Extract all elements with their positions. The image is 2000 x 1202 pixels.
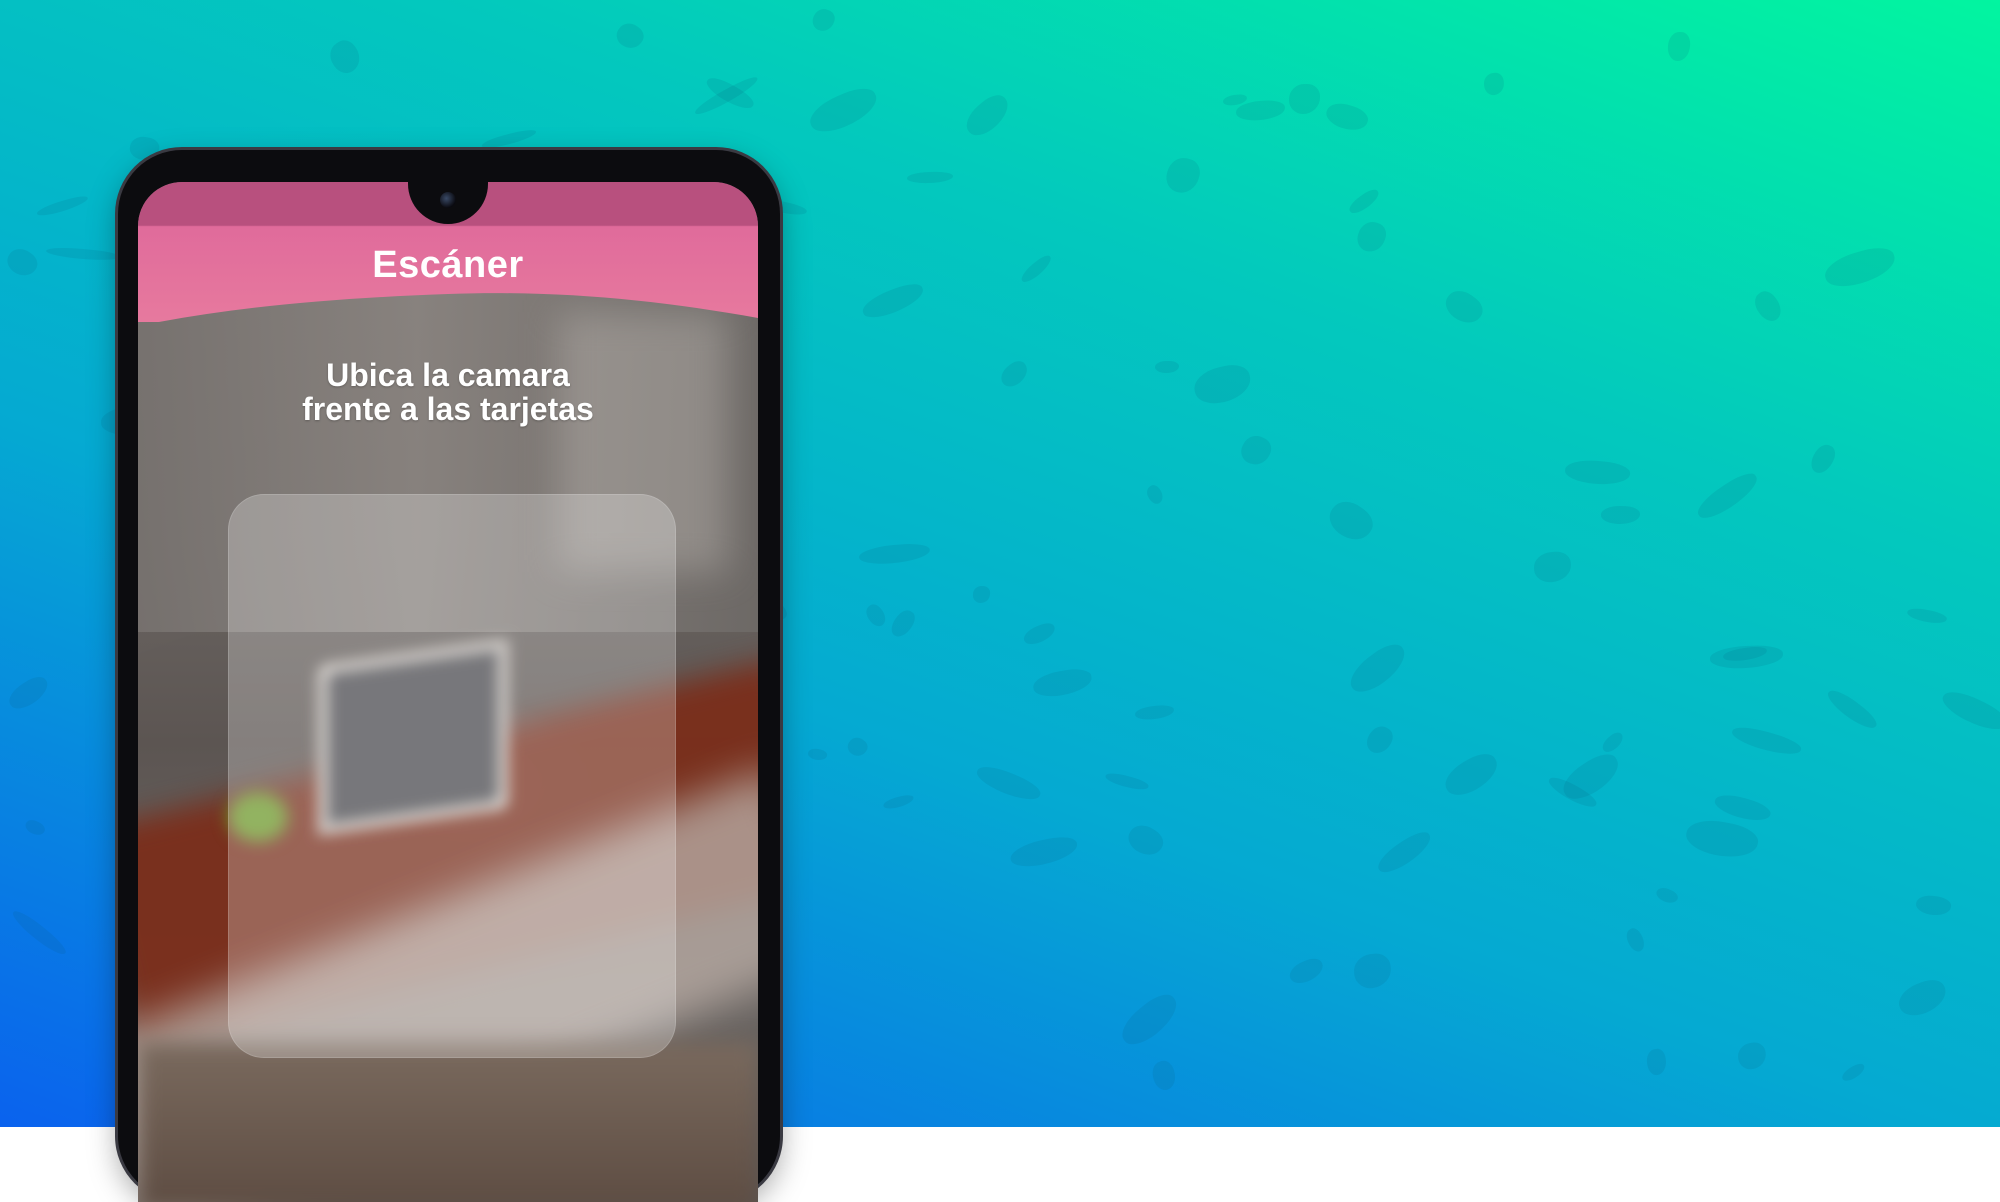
background-speck: [1343, 638, 1413, 701]
scan-instruction: Ubica la camara frente a las tarjetas: [138, 358, 758, 426]
background-speck: [1163, 154, 1204, 196]
background-speck: [1362, 722, 1397, 759]
background-speck: [1143, 482, 1167, 507]
background-speck: [1905, 606, 1948, 627]
background-speck: [35, 193, 90, 219]
background-speck: [960, 89, 1016, 143]
background-speck: [858, 542, 931, 567]
background-speck: [1482, 72, 1506, 97]
background-speck: [22, 817, 47, 839]
background-speck: [1190, 361, 1254, 408]
background-speck: [1563, 457, 1632, 487]
background-speck: [863, 602, 890, 630]
background-speck: [1018, 252, 1055, 286]
background-speck: [1155, 360, 1180, 374]
background-speck: [1354, 218, 1390, 256]
background-speck: [1712, 790, 1773, 826]
background-speck: [1236, 431, 1276, 470]
background-speck: [8, 906, 70, 960]
background-speck: [1008, 833, 1081, 872]
camera-preview-floor: [138, 1042, 758, 1202]
background-speck: [1692, 468, 1764, 525]
background-speck: [1914, 893, 1953, 918]
background-speck: [1839, 1061, 1867, 1084]
front-camera-icon: [440, 192, 456, 208]
background-speck: [844, 733, 871, 760]
background-speck: [1532, 551, 1573, 584]
background-speck: [692, 73, 761, 119]
instruction-line-1: Ubica la camara: [326, 357, 570, 393]
background-speck: [1123, 819, 1168, 862]
card-scan-frame: [228, 494, 676, 1058]
background-speck: [45, 245, 120, 264]
background-speck: [1286, 955, 1327, 988]
page-title: Escáner: [372, 244, 524, 286]
background-speck: [809, 6, 837, 35]
background-speck: [1821, 242, 1899, 292]
background-speck: [1323, 494, 1379, 548]
background-speck: [1709, 644, 1784, 670]
background-speck: [973, 585, 992, 603]
background-speck: [1031, 666, 1094, 700]
background-speck: [882, 793, 915, 812]
background-speck: [906, 171, 954, 185]
background-speck: [1736, 1040, 1768, 1072]
background-speck: [1806, 441, 1839, 478]
background-speck: [807, 747, 829, 763]
background-speck: [480, 127, 538, 152]
background-speck: [1352, 952, 1394, 990]
background-speck: [996, 356, 1032, 391]
background-speck: [1749, 287, 1786, 325]
background-speck: [1439, 748, 1504, 803]
background-speck: [1729, 722, 1803, 760]
background-speck: [4, 671, 53, 714]
background-speck: [1893, 974, 1951, 1021]
instruction-line-2: frente a las tarjetas: [302, 391, 594, 427]
background-speck: [973, 760, 1044, 807]
background-speck: [1667, 31, 1691, 62]
background-speck: [1824, 685, 1881, 734]
background-speck: [1645, 1048, 1668, 1077]
background-speck: [804, 82, 882, 139]
background-speck: [1134, 704, 1175, 721]
background-speck: [1288, 84, 1320, 115]
background-speck: [1623, 925, 1649, 954]
background-speck: [1104, 770, 1150, 793]
background-speck: [1372, 827, 1436, 879]
background-speck: [1599, 730, 1626, 756]
background-speck: [1346, 185, 1382, 216]
background-speck: [612, 18, 648, 53]
phone-mockup: Escáner Ubica la camara frente a las tar…: [118, 150, 780, 1202]
background-speck: [1938, 684, 2000, 737]
background-speck: [859, 279, 928, 324]
background-speck: [887, 606, 919, 641]
background-speck: [1149, 1058, 1179, 1093]
background-speck: [1683, 815, 1762, 863]
background-speck: [1440, 284, 1488, 330]
background-speck: [1021, 620, 1058, 649]
background-speck: [1115, 988, 1185, 1052]
background-speck: [324, 36, 365, 78]
scanner-screen: Escáner Ubica la camara frente a las tar…: [138, 182, 758, 1202]
background-speck: [2, 243, 42, 282]
background-speck: [1600, 505, 1641, 525]
background-speck: [1654, 885, 1681, 907]
background-speck: [1323, 98, 1372, 135]
